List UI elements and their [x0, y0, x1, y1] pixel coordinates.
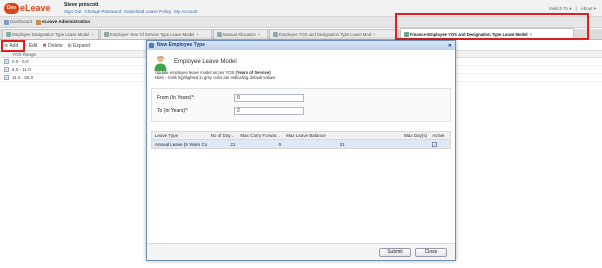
breadcrumb-dashboard-label: Dashboard — [10, 19, 33, 25]
tab-icon — [273, 32, 278, 37]
help-line2: Note - Cells highlighted in grey color a… — [155, 75, 276, 80]
table-header: Leave Type No of Day... Max Carry Forwar… — [151, 131, 451, 140]
leave-type-table: Leave Type No of Day... Max Carry Forwar… — [151, 131, 451, 149]
user-icon — [154, 55, 167, 71]
tab-icon — [217, 32, 222, 37]
active-checkbox[interactable]: ✓ — [432, 141, 438, 147]
tab-label: Manual Allocation — [223, 32, 256, 37]
days-cell[interactable]: 21 — [209, 142, 239, 147]
header-right-menu: Switch To ▾ | About ▾ — [549, 6, 596, 12]
add-button-highlight — [1, 40, 25, 52]
sign-out-link[interactable]: Sign Out — [64, 9, 82, 14]
close-button[interactable]: Close — [415, 248, 447, 257]
dialog-title[interactable]: New Employee Type ✕ — [147, 41, 455, 50]
home-icon — [4, 19, 9, 25]
my-account-link[interactable]: My Account — [174, 9, 197, 14]
table-row[interactable]: Annual Leave (5 Years Co 21 0 21 ✓ — [151, 140, 451, 149]
yos-range: 0.0 - 5.0 — [12, 58, 29, 64]
about-menu[interactable]: About ▾ — [581, 6, 596, 12]
column-header[interactable]: Max Leave Balance — [284, 133, 348, 138]
app-name: eLeave — [20, 3, 51, 13]
active-cell: ✓ — [430, 141, 450, 147]
column-header[interactable]: Leave Type — [152, 133, 209, 138]
close-icon[interactable]: × — [196, 32, 198, 37]
active-tab-highlight — [395, 13, 589, 40]
switch-to-label: Switch To — [548, 6, 569, 11]
divider: | — [575, 6, 577, 11]
window-icon — [149, 43, 154, 48]
expand-button[interactable]: ⊞ Expand — [68, 43, 91, 49]
tab-manual-allocation[interactable]: Manual Allocation × — [213, 29, 268, 39]
about-label: About — [580, 6, 593, 11]
yos-range: 11.0 - 55.0 — [12, 74, 34, 80]
breadcrumb-item-admin[interactable]: eLeave Administration — [36, 19, 91, 25]
new-employee-type-dialog: New Employee Type ✕ Employee Leave Model… — [146, 40, 456, 261]
tab-label: Employee Year Of Service Type Leave Mode… — [110, 32, 195, 37]
help-text: Update employee leave model as per YOS (… — [155, 70, 445, 80]
from-years-input[interactable]: 0 — [234, 94, 304, 102]
tab-icon — [6, 32, 11, 37]
switch-to-menu[interactable]: Switch To ▾ — [549, 6, 572, 12]
tab-icon — [104, 32, 109, 37]
to-years-input[interactable]: 2 — [234, 107, 304, 115]
column-header[interactable]: Max Carry Forwar... — [238, 133, 284, 138]
expand-row-icon[interactable]: + — [4, 59, 9, 64]
expand-icon: ⊞ — [67, 42, 72, 49]
close-icon[interactable]: × — [91, 32, 93, 37]
tab-yos-designation-leave-model[interactable]: Employee YOS and Designation Type Leave … — [269, 29, 399, 39]
change-password-link[interactable]: Change Password — [85, 9, 122, 14]
tab-year-of-service-leave-model[interactable]: Employee Year Of Service Type Leave Mode… — [100, 29, 212, 39]
breadcrumb-admin-label: eLeave Administration — [42, 19, 91, 25]
column-header[interactable]: Max Day(s) — [348, 133, 430, 138]
tab-label: Employee Designation Type Leave Model — [12, 32, 90, 37]
edit-label: Edit — [28, 42, 38, 49]
submit-button[interactable]: Submit — [379, 248, 411, 257]
user-links: Sign Out Change Password Download Leave … — [64, 9, 197, 14]
to-label: To (In Years)*: — [157, 108, 189, 114]
dialog-title-text: New Employee Type — [157, 42, 205, 48]
expand-label: Expand — [73, 42, 91, 49]
leave-type-cell[interactable]: Annual Leave (5 Years Co — [152, 142, 209, 147]
delete-label: Delete — [48, 42, 63, 49]
tab-designation-leave-model[interactable]: Employee Designation Type Leave Model × — [2, 29, 99, 39]
yos-form: From (In Years)*: 0 To (In Years)*: 2 — [151, 88, 451, 122]
breadcrumb-item-dashboard[interactable]: Dashboard — [4, 19, 33, 25]
download-leave-policy-link[interactable]: Download Leave Policy — [124, 9, 171, 14]
close-icon[interactable]: × — [258, 32, 260, 37]
leave-balance-cell[interactable]: 21 — [284, 142, 348, 147]
carry-forward-cell[interactable]: 0 — [238, 142, 284, 147]
yos-range: 6.0 - 11.0 — [12, 66, 31, 72]
delete-button[interactable]: ✖ Delete — [42, 43, 62, 49]
dialog-heading: Employee Leave Model — [174, 59, 237, 65]
logo: Dev — [4, 3, 19, 14]
expand-row-icon[interactable]: + — [4, 67, 9, 72]
edit-button[interactable]: ✎ Edit — [23, 43, 37, 49]
person-icon — [36, 19, 42, 25]
dialog-footer: Submit Close — [147, 243, 455, 260]
from-label: From (In Years)*: — [157, 95, 195, 101]
expand-row-icon[interactable]: + — [4, 75, 9, 80]
tab-label: Employee YOS and Designation Type Leave … — [279, 32, 372, 37]
delete-icon: ✖ — [42, 42, 47, 49]
user-name: Steve prescott — [64, 2, 99, 8]
column-header[interactable]: No of Day... — [209, 133, 239, 138]
column-header[interactable]: Active — [430, 133, 450, 138]
close-icon[interactable]: × — [373, 32, 375, 37]
